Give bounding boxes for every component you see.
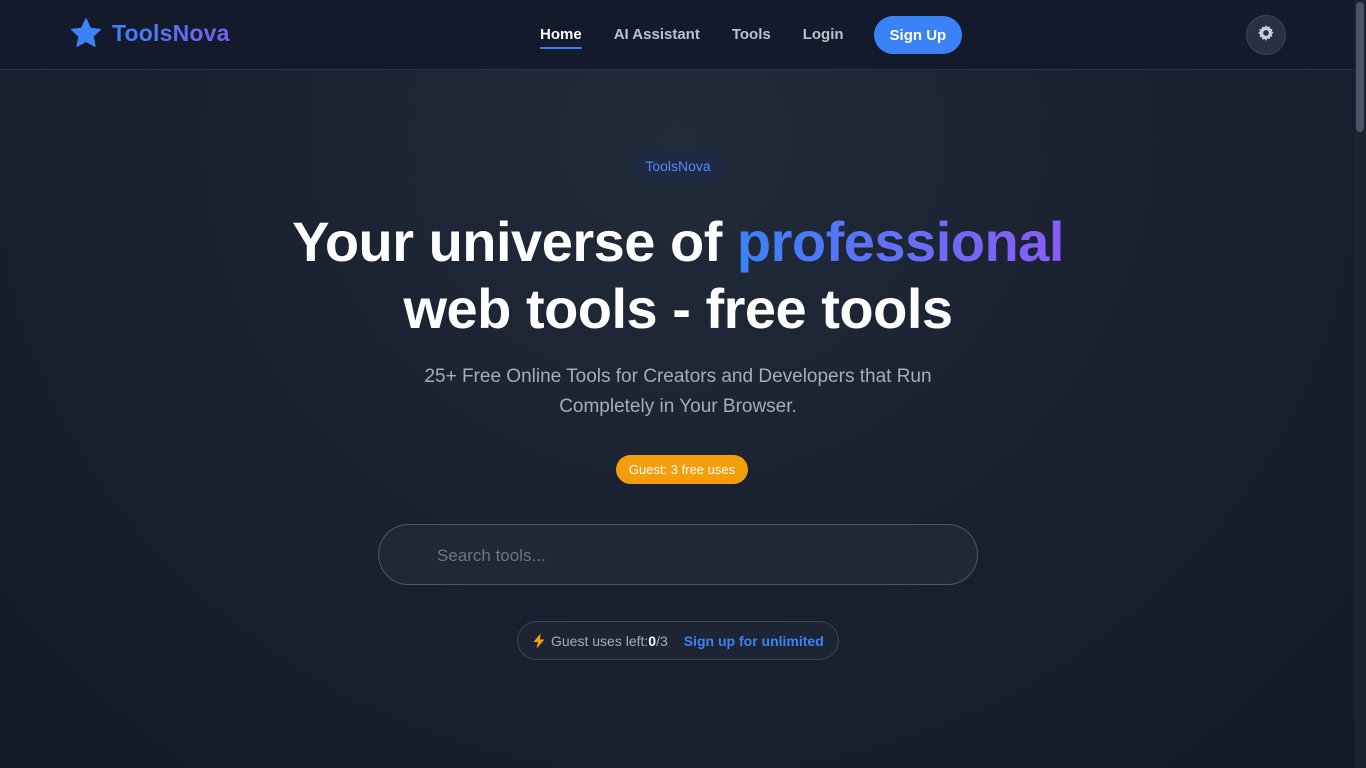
signup-unlimited-link[interactable]: Sign up for unlimited [684, 633, 824, 649]
signup-button[interactable]: Sign Up [873, 16, 963, 54]
hero-section: ToolsNova Your universe of professional … [0, 70, 1354, 768]
guest-uses-label: Guest uses left: [551, 632, 649, 649]
hero-title-part2: web tools - free tools [403, 277, 953, 340]
nav-tools-link[interactable]: Tools [732, 16, 771, 54]
guest-uses-used: 0 [648, 632, 657, 649]
nav-ai-assistant-link[interactable]: AI Assistant [614, 16, 700, 54]
guest-uses-badge: Guest: 3 free uses [616, 455, 748, 484]
scrollbar-thumb[interactable] [1356, 2, 1364, 132]
hero-subtitle: 25+ Free Online Tools for Creators and D… [424, 366, 932, 417]
guest-uses-count: 0/3 [648, 633, 667, 649]
guest-uses-indicator: Guest uses left: 0/3 Sign up for unlimit… [517, 621, 839, 660]
gear-icon [1256, 23, 1276, 48]
main-nav: Home AI Assistant Tools Login Sign Up [540, 16, 963, 54]
top-navbar: ToolsNova Home AI Assistant Tools Login … [0, 0, 1354, 70]
hero-badge: ToolsNova [633, 151, 723, 181]
hero-title-part1: Your universe of [292, 210, 737, 273]
nav-login-link[interactable]: Login [803, 16, 844, 54]
hero-title: Your universe of professional web tools … [0, 208, 1356, 342]
lightning-icon [532, 633, 546, 649]
page-scrollbar[interactable] [1354, 0, 1366, 768]
search-input[interactable] [435, 525, 939, 586]
nav-home-link[interactable]: Home [540, 16, 582, 54]
star-icon [70, 18, 102, 49]
hero-title-accent: professional [736, 210, 1064, 273]
search-bar [378, 524, 978, 586]
guest-uses-limit: /3 [656, 632, 668, 649]
brand-name: ToolsNova [112, 20, 230, 46]
brand-logo[interactable]: ToolsNova [70, 18, 230, 49]
theme-toggle-button[interactable] [1246, 15, 1286, 55]
